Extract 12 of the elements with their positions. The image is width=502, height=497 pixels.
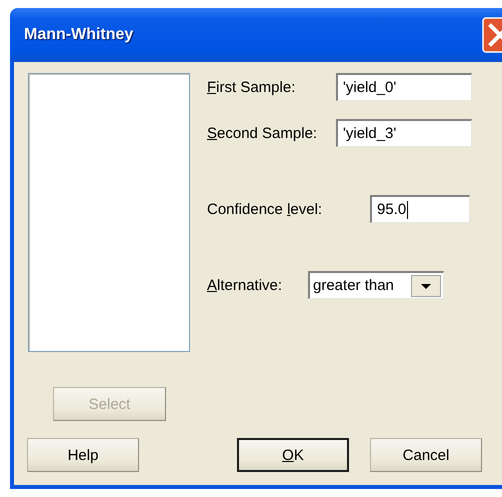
second-sample-field[interactable]: 'yield_3' [336, 119, 472, 147]
window-title: Mann-Whitney [24, 26, 134, 44]
help-button[interactable]: Help [27, 438, 139, 472]
confidence-level-field[interactable]: 95.0 [370, 195, 470, 223]
first-sample-field[interactable]: 'yield_0' [336, 73, 472, 101]
alternative-label: Alternative: [207, 276, 284, 294]
alternative-dropdown[interactable]: greater than [308, 271, 444, 299]
cancel-button[interactable]: Cancel [370, 438, 482, 472]
first-sample-label: First Sample: [207, 78, 296, 96]
ok-button[interactable]: OK [237, 438, 349, 472]
confidence-level-label: Confidence level: [207, 200, 324, 218]
second-sample-label: Second Sample: [207, 124, 318, 142]
